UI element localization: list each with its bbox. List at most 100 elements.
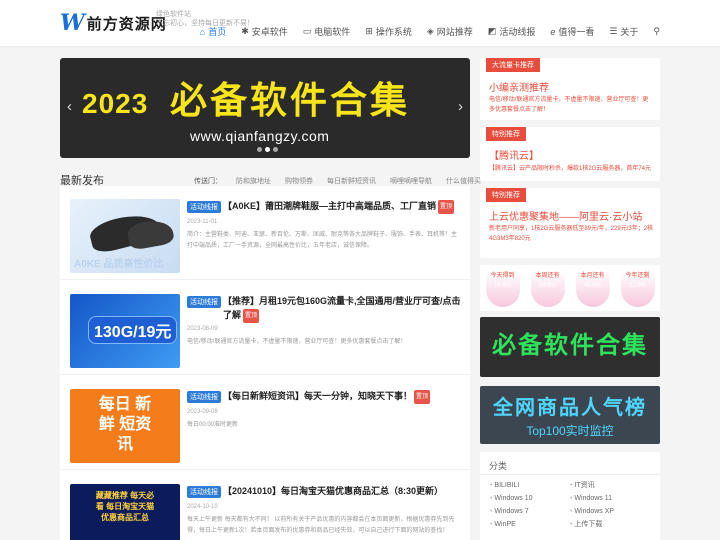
category-link[interactable]: IT资讯 — [570, 481, 650, 491]
nav-label: 首页 — [208, 27, 227, 37]
category-list: BILIBILI IT资讯 Windows 10 Windows 11 Wind… — [490, 481, 660, 530]
widget-tencent[interactable]: 特别推荐 【腾讯云】 【腾讯云】云产品限时秒杀，爆款1核2G云服务器，首年74元 — [480, 127, 660, 181]
post-thumbnail[interactable]: 130G/19元 — [70, 294, 180, 368]
bubble-label: 本月还有 — [580, 273, 605, 279]
nav-label: 网站推荐 — [436, 27, 473, 37]
widget-label: 特别推荐 — [486, 188, 526, 202]
category-link[interactable]: BILIBILI — [490, 481, 570, 491]
tag-icon: ◈ — [426, 26, 434, 36]
post-date: 2023-08-09 — [187, 326, 218, 332]
widget-title[interactable]: 【腾讯云】 — [489, 147, 539, 162]
sticky-badge: 置顶 — [414, 389, 431, 404]
post-thumbnail[interactable]: 藏藏推荐 每天必看 每日淘宝天猫 优惠商品汇总 — [70, 484, 180, 540]
nav-item-os[interactable]: ⊞ 操作系统 — [365, 25, 412, 38]
nav-item-android[interactable]: ✱ 安卓软件 — [241, 25, 288, 38]
progress-bubble: 本月还有 49.5% — [575, 271, 610, 307]
category-badge[interactable]: 活动线报 — [187, 391, 221, 403]
category-link[interactable]: Windows 11 — [570, 494, 650, 504]
post-thumbnail[interactable]: A0KE 品质高性价比 — [70, 199, 180, 273]
divider — [480, 474, 660, 475]
android-icon: ✱ — [241, 26, 249, 36]
post-title-text[interactable]: 【A0KE】莆田潮牌鞋服—主打中高端品质、工厂直销 — [223, 201, 436, 211]
progress-bubble: 今年还剩 22.6% — [620, 271, 655, 307]
post-title-text[interactable]: 【每日新鲜短资讯】每天一分钟，知晓天下事！ — [223, 391, 412, 401]
carousel-next-icon[interactable]: › — [458, 98, 463, 115]
nav-item-pc[interactable]: ▭ 电脑软件 — [303, 25, 351, 38]
carousel-dot[interactable] — [265, 147, 270, 152]
progress-bubble: 今天得到 74.4% — [485, 271, 520, 307]
nav-label: 安卓软件 — [251, 27, 288, 37]
portal-link[interactable]: 嘀哩嘀哩导航 — [390, 176, 432, 186]
post-item[interactable]: 130G/19元 活动线报 【推荐】月租19元包160G流量卡,全国通用/营业厅… — [60, 281, 470, 375]
category-link[interactable]: 上传下载 — [570, 520, 650, 530]
carousel-dot[interactable] — [273, 147, 278, 152]
bubble-label: 本周还有 — [535, 273, 560, 279]
post-date: 2023-11-01 — [187, 219, 218, 225]
post-date: 2023-09-08 — [187, 409, 218, 415]
post-title[interactable]: 【A0KE】莆田潮牌鞋服—主打中高端品质、工厂直销 置顶 — [223, 199, 461, 214]
nav-item-worth[interactable]: e 值得一看 — [550, 25, 594, 38]
category-badge[interactable]: 活动线报 — [187, 296, 221, 308]
browser-icon: e — [550, 26, 556, 37]
windows-icon: ⊞ — [365, 26, 373, 36]
widget-desc: 新老用户同享，1核2G云服务器低至89元/年，229元/3年；2核4G3M3年8… — [489, 226, 654, 242]
post-title[interactable]: 【20241010】每日淘宝天猫优惠商品汇总（8:30更新） — [223, 484, 461, 498]
carousel-prev-icon[interactable]: ‹ — [67, 98, 72, 115]
category-title: 分类 — [489, 461, 508, 471]
nav-item-about[interactable]: ☰ 关于 — [609, 25, 638, 38]
post-title[interactable]: 【推荐】月租19元包160G流量卡,全国通用/营业厅可查/点击了解 置顶 — [223, 294, 461, 323]
bubble-value: 58.5% — [538, 283, 556, 289]
widget-aliyun[interactable]: 特别推荐 上云优惠聚集地——阿里云·云小站 新老用户同享，1核2G云服务器低至8… — [480, 188, 660, 258]
home-icon: ⌂ — [199, 26, 206, 37]
progress-bubble: 本周还有 58.5% — [530, 271, 565, 307]
portal-link[interactable]: 什么值得买 — [446, 176, 481, 186]
hero-carousel[interactable]: 2023 必备软件合集 www.qianfangzy.com ‹ › — [60, 58, 470, 158]
sticky-badge: 置顶 — [438, 199, 455, 214]
post-item[interactable]: A0KE 品质高性价比 活动线报 【A0KE】莆田潮牌鞋服—主打中高端品质、工厂… — [60, 186, 470, 280]
post-excerpt: 简介：主营鞋类、阿迪、亚瑟、新百伦、万斯、匡威、耐克等各大品牌鞋子、服饰、手表、… — [187, 232, 458, 249]
portal-link[interactable]: 防和旗地址 — [236, 176, 271, 186]
widget-title[interactable]: 小编亲测推荐 — [489, 79, 549, 94]
widget-label: 特别推荐 — [486, 127, 526, 141]
widget-desc: 【腾讯云】云产品限时秒杀，爆款1核2G云服务器，首年74元 — [489, 166, 652, 172]
post-title[interactable]: 【每日新鲜短资讯】每天一分钟，知晓天下事！ 置顶 — [223, 389, 461, 404]
portal-link[interactable]: 每日新鲜短资讯 — [327, 176, 376, 186]
ad-title: 全网商品人气榜 — [493, 397, 647, 419]
category-badge[interactable]: 活动线报 — [187, 486, 221, 498]
widget-title[interactable]: 上云优惠聚集地——阿里云·云小站 — [489, 208, 642, 223]
nav-item-deals[interactable]: ◩ 活动线报 — [488, 25, 536, 38]
post-thumbnail[interactable]: 每日 新鲜 短资讯 — [70, 389, 180, 463]
main-nav: ⌂ 首页 ✱ 安卓软件 ▭ 电脑软件 ⊞ 操作系统 ◈ 网站推荐 ◩ 活动线报 e 值得一看 … — [200, 25, 660, 38]
site-logo[interactable]: W 前方资源网 — [60, 9, 167, 37]
post-excerpt: 每天上午更新 每天都有大不同！ 以前所有关于产品优惠的内容都会在本页面更新，根据… — [187, 517, 455, 534]
banner-title: 必备软件合集 — [170, 79, 410, 122]
nav-label: 电脑软件 — [314, 27, 351, 37]
carousel-dot[interactable] — [257, 147, 262, 152]
thumb-text: A0KE 品质高性价比 — [74, 259, 164, 270]
tagline-line1: 绿色软件站 — [156, 11, 191, 18]
search-button[interactable]: ⚲ — [653, 25, 660, 38]
bubble-value: 49.5% — [583, 283, 601, 289]
category-link[interactable]: Windows 7 — [490, 507, 570, 517]
post-item[interactable]: 藏藏推荐 每天必看 每日淘宝天猫 优惠商品汇总 活动线报 【20241010】每… — [60, 471, 470, 540]
category-link[interactable]: Windows XP — [570, 507, 650, 517]
sticky-badge: 置顶 — [243, 308, 260, 323]
thumb-text: 每日 新鲜 短资讯 — [98, 396, 152, 453]
product-ranking-ad[interactable]: 全网商品人气榜 Top100实时监控 — [480, 386, 660, 444]
nav-item-home[interactable]: ⌂ 首页 — [200, 25, 226, 38]
post-item[interactable]: 每日 新鲜 短资讯 活动线报 【每日新鲜短资讯】每天一分钟，知晓天下事！ 置顶 2… — [60, 376, 470, 470]
bubble-value: 74.4% — [493, 283, 511, 289]
time-progress-widget: 今天得到 74.4% 本周还有 58.5% 本月还有 49.5% 今年还剩 22.6% — [480, 265, 660, 311]
widget-sim-card[interactable]: 大流量卡推荐 小编亲测推荐 电信/移动/联通官方流量卡，不虚量不限速，营业厅可查… — [480, 58, 660, 120]
software-collection-ad[interactable]: 必备软件合集 — [480, 317, 660, 377]
top-header: W 前方资源网 绿色软件站 不忘初心，坚持每日更新不易！ ⌂ 首页 ✱ 安卓软件 ▭… — [0, 0, 720, 47]
category-badge[interactable]: 活动线报 — [187, 201, 221, 213]
search-icon: ⚲ — [653, 26, 660, 36]
bubble-label: 今天得到 — [490, 273, 515, 279]
portal-link[interactable]: 购物领券 — [285, 176, 313, 186]
nav-item-sites[interactable]: ◈ 网站推荐 — [427, 25, 473, 38]
category-link[interactable]: WinPE — [490, 520, 570, 530]
category-link[interactable]: Windows 10 — [490, 494, 570, 504]
portal-label: 传送门： — [194, 178, 222, 185]
page: W 前方资源网 绿色软件站 不忘初心，坚持每日更新不易！ ⌂ 首页 ✱ 安卓软件 ▭… — [0, 0, 720, 540]
